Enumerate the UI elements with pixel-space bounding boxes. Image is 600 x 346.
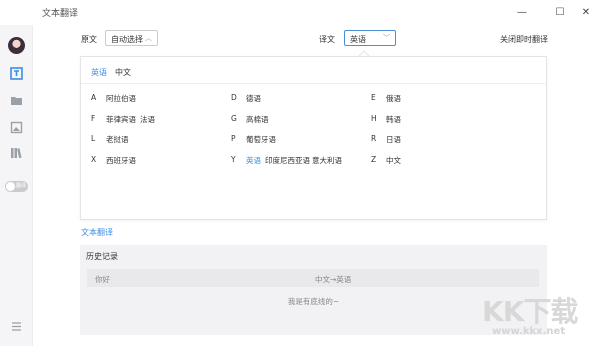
lang-option[interactable]: 高棉语	[246, 114, 269, 125]
minimize-button[interactable]: —	[514, 4, 530, 20]
letter-label: E	[371, 93, 376, 102]
letter-label: F	[91, 114, 96, 123]
source-language-value: 自动选择	[111, 35, 143, 44]
lang-option[interactable]: 德语	[246, 93, 261, 104]
books-icon[interactable]	[9, 145, 24, 160]
instant-translate-toggle[interactable]: 翻译	[5, 181, 28, 192]
letter-label: Z	[371, 155, 377, 164]
letter-label: A	[91, 93, 97, 102]
target-language-select[interactable]: 英语 ﹀	[344, 30, 396, 46]
title-bar: 文本翻译 — ☐ ✕	[0, 0, 600, 25]
lang-option[interactable]: 意大利语	[312, 155, 342, 166]
watermark-text: KK下载	[482, 295, 578, 328]
letter-label: L	[91, 134, 96, 143]
source-language-select[interactable]: 自动选择 ︿	[105, 30, 158, 46]
source-label: 原文	[81, 35, 97, 44]
letter-label: X	[91, 155, 97, 164]
lang-option[interactable]: 俄语	[386, 93, 401, 104]
lang-option[interactable]: 阿拉伯语	[106, 93, 136, 104]
lang-option[interactable]: 西班牙语	[106, 155, 136, 166]
history-panel: 历史记录 你好 中文→英语 我是有底线的~	[80, 245, 547, 335]
history-source-text: 你好	[95, 275, 110, 284]
close-instant-translate-button[interactable]: 关闭即时翻译	[500, 34, 548, 45]
lang-option[interactable]: 韩语	[386, 114, 401, 125]
history-row[interactable]: 你好 中文→英语	[87, 269, 539, 287]
target-label: 译文	[319, 35, 335, 44]
watermark-logo: KK下载 www.kkx.net	[482, 290, 594, 342]
sidebar: 翻译	[0, 25, 33, 346]
letter-label: H	[371, 114, 377, 123]
history-end-text: 我是有底线的~	[287, 297, 340, 306]
avatar[interactable]	[8, 37, 25, 54]
lang-option[interactable]: 葡萄牙语	[246, 134, 276, 145]
lang-option[interactable]: 法语	[140, 114, 155, 125]
lang-option-selected[interactable]: 英语	[246, 155, 261, 166]
watermark-url: www.kkx.net	[492, 326, 566, 337]
text-translate-link[interactable]: 文本翻译	[81, 227, 113, 238]
letter-label: Y	[231, 155, 236, 164]
maximize-button[interactable]: ☐	[552, 4, 568, 20]
toggle-knob	[6, 182, 15, 191]
chevron-down-icon: ﹀	[383, 34, 390, 42]
menu-icon[interactable]	[9, 319, 24, 334]
history-title: 历史记录	[86, 252, 118, 261]
lang-option[interactable]: 菲律宾语	[106, 114, 136, 125]
tab-chinese[interactable]: 中文	[115, 67, 131, 78]
letter-label: P	[231, 134, 236, 143]
folder-icon[interactable]	[9, 93, 24, 108]
history-direction: 中文→英语	[315, 275, 352, 284]
close-button[interactable]: ✕	[578, 4, 594, 20]
lang-option[interactable]: 老挝语	[106, 134, 129, 145]
tab-english[interactable]: 英语	[91, 67, 107, 78]
lang-option[interactable]: 日语	[386, 134, 401, 145]
image-icon[interactable]	[9, 120, 24, 135]
letter-label: D	[231, 93, 237, 102]
language-dropdown-panel: 英语 中文 A 阿拉伯语 D 德语 E 俄语 F 菲律宾语 法语 G 高棉语 H…	[80, 56, 547, 220]
lang-option[interactable]: 印度尼西亚语	[265, 155, 310, 166]
app-title: 文本翻译	[42, 9, 79, 19]
lang-option[interactable]: 中文	[386, 155, 401, 166]
toggle-label: 翻译	[16, 183, 27, 189]
letter-label: G	[231, 114, 237, 123]
translate-icon[interactable]	[9, 66, 24, 81]
chevron-up-icon: ︿	[145, 34, 152, 42]
panel-divider	[81, 83, 546, 84]
target-language-value: 英语	[350, 35, 366, 44]
letter-label: R	[371, 134, 377, 143]
